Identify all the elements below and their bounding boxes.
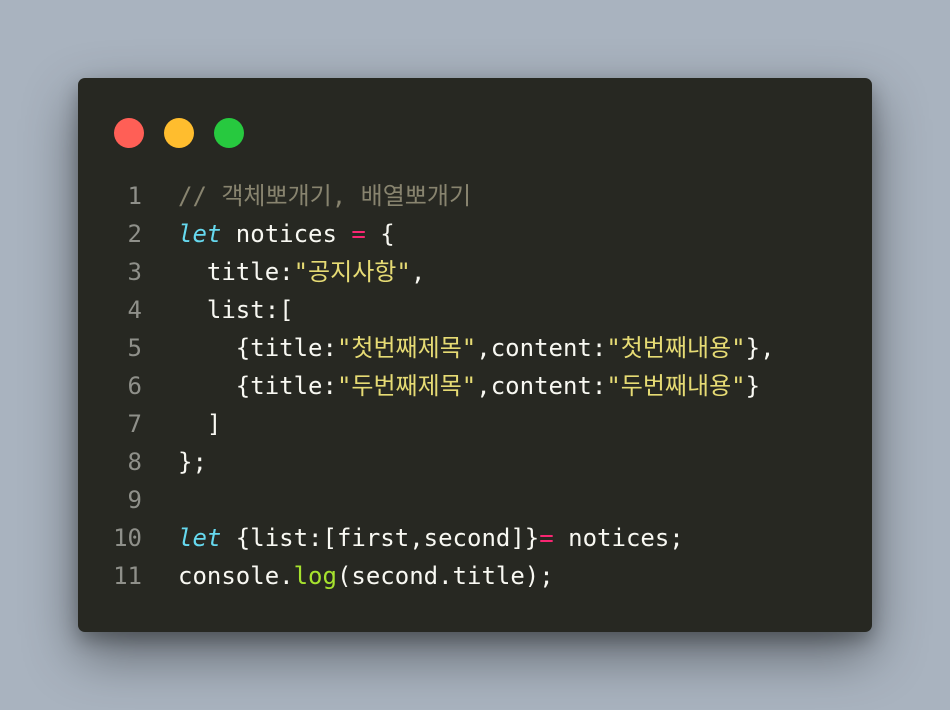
line-source: ] [178, 405, 221, 443]
code-line: 6 {title:"두번째제목",content:"두번째내용"} [78, 367, 872, 405]
code-token: let [178, 220, 222, 248]
line-source: {title:"두번째제목",content:"두번째내용"} [178, 367, 760, 405]
code-token: }; [178, 448, 207, 476]
line-source: title:"공지사항", [178, 253, 425, 291]
code-token: log [293, 562, 337, 590]
code-line: 8}; [78, 443, 872, 481]
code-token: (second.title); [336, 562, 554, 590]
line-source: list:[ [178, 291, 294, 329]
code-line: 5 {title:"첫번째제목",content:"첫번째내용"}, [78, 329, 872, 367]
line-number: 4 [127, 296, 142, 324]
code-token: notices [221, 220, 352, 248]
code-token: ,content: [476, 372, 607, 400]
code-token: // 객체뽀개기, 배열뽀개기 [178, 182, 472, 210]
line-number: 10 [113, 524, 142, 552]
line-number: 1 [127, 182, 142, 210]
code-token: = [351, 220, 366, 248]
code-token: "공지사항" [293, 258, 411, 286]
code-token: , [410, 258, 426, 286]
code-token: "두번째내용" [606, 372, 746, 400]
line-number: 2 [127, 220, 142, 248]
code-line: 7 ] [78, 405, 872, 443]
line-source: console.log(second.title); [178, 557, 554, 595]
code-token: }, [745, 334, 775, 362]
code-token: {title: [178, 372, 337, 400]
code-token: "두번째제목" [336, 372, 477, 400]
code-window: 1// 객체뽀개기, 배열뽀개기 2 let notices = {3 title:… [78, 78, 872, 632]
line-number: 8 [127, 448, 142, 476]
line-number: 6 [127, 372, 142, 400]
line-source: {title:"첫번째제목",content:"첫번째내용"}, [178, 329, 775, 367]
code-token: = [539, 524, 554, 552]
minimize-dot-icon[interactable] [164, 118, 194, 148]
code-token: { [365, 220, 395, 248]
code-token: ] [178, 410, 222, 438]
code-token: "첫번째제목" [336, 334, 477, 362]
line-source: let {list:[first,second]}= notices; [178, 519, 684, 557]
code-token: list:[ [178, 296, 294, 324]
line-number: 9 [127, 486, 142, 514]
line-number: 5 [127, 334, 142, 362]
code-line: 11 console.log(second.title); [78, 557, 872, 595]
code-line: 1 // 객체뽀개기, 배열뽀개기 [78, 177, 872, 215]
code-line: 10 let {list:[first,second]}= notices; [78, 519, 872, 557]
code-line: 2 let notices = { [78, 215, 872, 253]
code-block: 1// 객체뽀개기, 배열뽀개기 2 let notices = {3 title:… [78, 177, 872, 595]
code-token: console. [178, 562, 294, 590]
line-number: 7 [127, 410, 142, 438]
line-source: let notices = { [178, 215, 395, 253]
code-token: {title: [178, 334, 337, 362]
maximize-dot-icon[interactable] [214, 118, 244, 148]
code-token: } [745, 372, 761, 400]
code-token: notices; [553, 524, 684, 552]
code-token: title: [178, 258, 294, 286]
code-token: ,content: [476, 334, 607, 362]
code-line: 4 list:[ [78, 291, 872, 329]
line-number: 3 [127, 258, 142, 286]
code-line: 3 title:"공지사항", [78, 253, 872, 291]
code-line: 9 [78, 481, 872, 519]
code-token: let [178, 524, 222, 552]
line-source: }; [178, 443, 207, 481]
code-token: {list:[first,second]} [221, 524, 540, 552]
window-controls [114, 118, 244, 148]
close-dot-icon[interactable] [114, 118, 144, 148]
code-token: "첫번째내용" [606, 334, 746, 362]
line-source: // 객체뽀개기, 배열뽀개기 [178, 177, 471, 215]
line-number: 11 [113, 562, 142, 590]
